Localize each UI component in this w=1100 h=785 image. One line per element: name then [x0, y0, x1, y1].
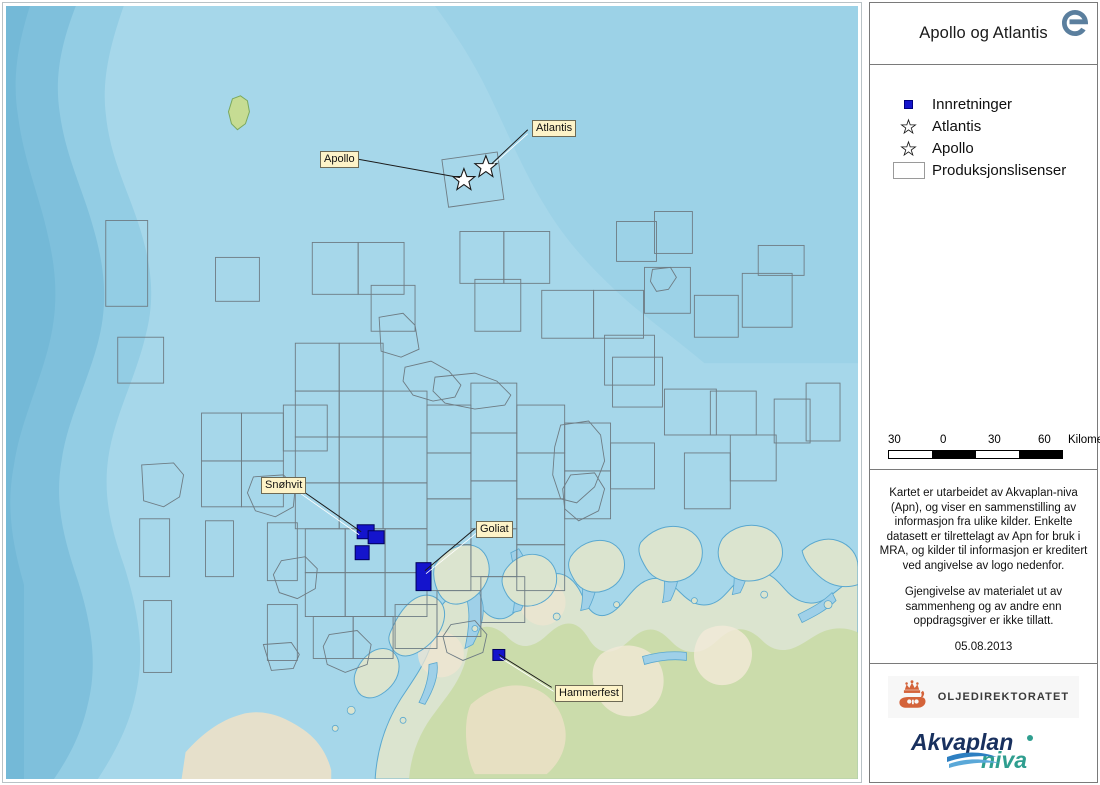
legend-label: Atlantis — [932, 117, 982, 135]
map-label-hammerfest[interactable]: Hammerfest — [555, 685, 623, 702]
map-label-goliat[interactable]: Goliat — [476, 521, 513, 538]
crown-ship-icon — [899, 680, 926, 708]
akvaplan-niva-logo: Akvaplan niva — [909, 726, 1059, 773]
scalebar-labels: 30 0 30 60 Kilometers — [880, 434, 1100, 448]
legend-label: Apollo — [932, 139, 974, 157]
scalebar-segment — [889, 451, 933, 458]
scalebar-tick-3: 60 — [1038, 434, 1051, 446]
scalebar-tick-2: 30 — [988, 434, 1001, 446]
credits-box: Kartet er utarbeidet av Akvaplan-niva (A… — [869, 469, 1098, 663]
eni-e-logo — [1058, 6, 1092, 40]
legend-item-innretninger[interactable]: Innretninger — [870, 93, 1097, 115]
scalebar-segments — [888, 450, 1063, 459]
oljedirektoratet-text: OLJEDIREKTORATET — [937, 691, 1070, 703]
map-canvas[interactable]: Apollo Atlantis Snøhvit Goliat Hammerfes… — [6, 6, 858, 779]
scalebar-unit: Kilometers — [1068, 434, 1100, 446]
legend-item-apollo[interactable]: Apollo — [870, 137, 1097, 159]
scalebar: 30 0 30 60 Kilometers — [880, 434, 1100, 459]
legend-label: Produksjonslisenser — [932, 161, 1067, 179]
legend-label: Innretninger — [932, 95, 1013, 113]
white-rectangle-icon — [890, 161, 926, 179]
legend-list: Innretninger Atlantis Apollo Produksjons… — [870, 93, 1097, 181]
map-label-apollo[interactable]: Apollo — [320, 151, 359, 168]
niva-wordmark: niva — [981, 747, 1027, 770]
star-icon — [890, 118, 926, 135]
legend-box: Innretninger Atlantis Apollo Produksjons… — [869, 64, 1100, 469]
legend-item-produksjonslisenser[interactable]: Produksjonslisenser — [870, 159, 1097, 181]
map-frame: Apollo Atlantis Snøhvit Goliat Hammerfes… — [2, 2, 862, 783]
map-label-snohvit[interactable]: Snøhvit — [261, 477, 307, 494]
credits-date: 05.08.2013 — [954, 640, 1013, 653]
scalebar-segment — [975, 451, 1019, 458]
scalebar-segment — [932, 451, 976, 458]
star-icon — [890, 140, 926, 157]
scalebar-segment — [1018, 451, 1062, 458]
map-title: Apollo og Atlantis — [919, 24, 1048, 42]
map-graphic — [6, 6, 858, 779]
title-box: Apollo og Atlantis — [869, 2, 1098, 64]
oljedirektoratet-logo: OLJEDIREKTORATET — [887, 676, 1080, 718]
blue-square-icon — [890, 99, 926, 109]
side-panel: Apollo og Atlantis Innretninger Atlantis… — [869, 2, 1100, 783]
credits-paragraph-2: Gjengivelse av materialet ut av sammenhe… — [904, 586, 1063, 627]
scalebar-tick-1: 0 — [940, 434, 947, 446]
map-label-atlantis[interactable]: Atlantis — [532, 120, 577, 137]
logo-box: OLJEDIREKTORATET Akvaplan niva — [869, 663, 1098, 783]
legend-item-atlantis[interactable]: Atlantis — [870, 115, 1097, 137]
credits-paragraph-1: Kartet er utarbeidet av Akvaplan-niva (A… — [879, 487, 1088, 572]
scalebar-tick-0: 30 — [888, 434, 901, 446]
